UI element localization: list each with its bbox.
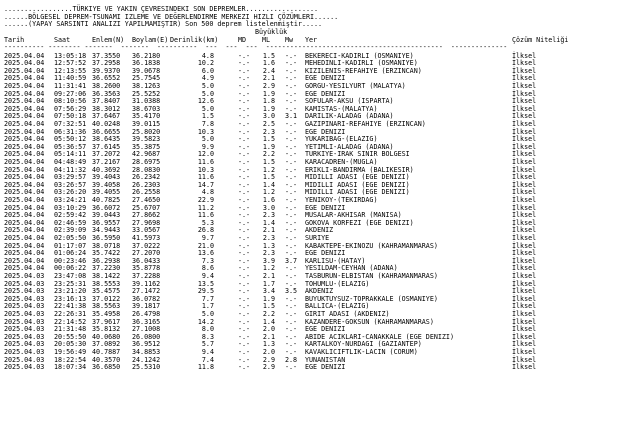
cell-depth: 11.8	[197, 363, 214, 372]
cell-lon: 25.5310	[132, 363, 161, 372]
cell-md: -.-	[238, 363, 251, 372]
magnitude-heading: Büyüklük	[255, 28, 288, 36]
cell-date: 2025.04.03	[4, 363, 45, 372]
col-type-header: Çözüm Niteliği	[512, 36, 569, 44]
cell-mw: -.-	[285, 363, 298, 372]
table-row: 2025.04.03 18:07:34 36.6850 25.5310 11.8 -.- 2…	[4, 364, 640, 372]
cell-ml: 2.9	[262, 363, 275, 372]
header-separator: ---------- -------- ------- ------- ----…	[4, 43, 508, 51]
cell-location: EGE DENIZI	[305, 363, 346, 372]
cell-time: 18:07:34	[54, 363, 87, 372]
cell-type: İlksel	[512, 363, 537, 372]
cell-lat: 36.6850	[92, 363, 121, 372]
earthquake-list-page: .................TÜRKIYE VE YAKIN ÇEVRES…	[0, 0, 640, 439]
